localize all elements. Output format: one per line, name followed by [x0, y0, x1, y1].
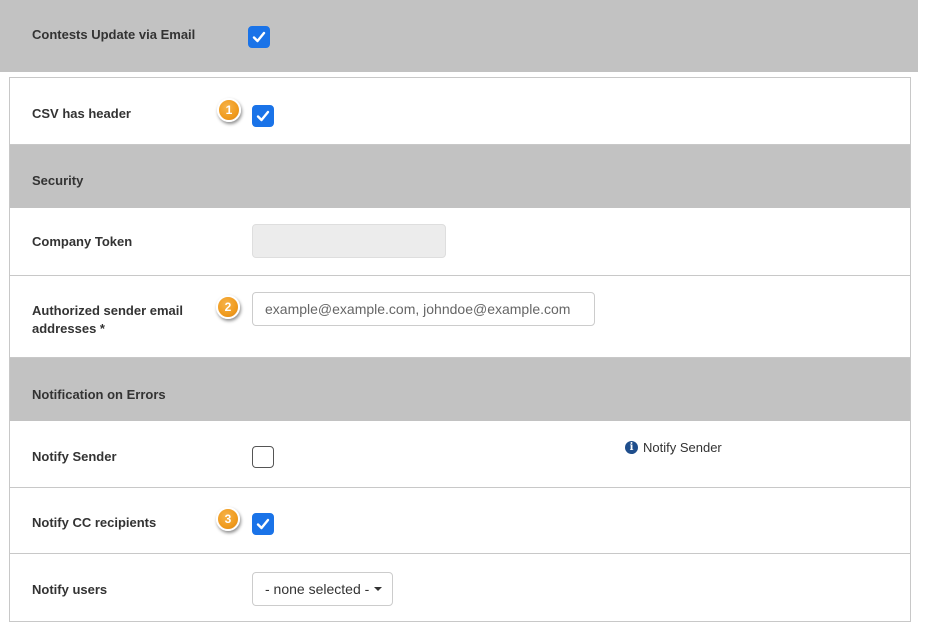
- csv-header-row: CSV has header 1: [9, 77, 911, 145]
- csv-header-label: CSV has header: [32, 106, 131, 121]
- company-token-row: Company Token: [9, 208, 911, 276]
- info-circle-icon: i: [625, 441, 638, 454]
- authorized-senders-label-line1: Authorized sender email: [32, 303, 183, 318]
- notification-section-title: Notification on Errors: [32, 387, 166, 402]
- company-token-field: [252, 224, 446, 258]
- settings-form: Contests Update via Email CSV has header…: [0, 0, 925, 638]
- notify-sender-label: Notify Sender: [32, 449, 117, 464]
- step-marker-2: 2: [216, 295, 240, 319]
- step-marker-3: 3: [216, 507, 240, 531]
- notify-sender-info-text: Notify Sender: [643, 440, 722, 455]
- check-icon: [256, 518, 270, 530]
- notify-users-select-value: - none selected -: [265, 581, 370, 597]
- notify-users-select[interactable]: - none selected -: [252, 572, 394, 606]
- notify-users-label: Notify users: [32, 582, 108, 597]
- notify-users-row: Notify users - none selected -: [9, 554, 911, 622]
- authorized-senders-label-line2: addresses *: [32, 321, 105, 336]
- notify-sender-info: i Notify Sender: [625, 440, 722, 455]
- security-section-header: Security: [9, 145, 911, 208]
- contests-update-label: Contests Update via Email: [32, 27, 196, 42]
- check-icon: [256, 110, 270, 122]
- step-marker-1: 1: [217, 98, 241, 122]
- notification-section-header: Notification on Errors: [9, 358, 911, 421]
- notify-cc-row: Notify CC recipients 3: [9, 488, 911, 554]
- contests-update-checkbox[interactable]: [248, 26, 270, 48]
- company-token-label: Company Token: [32, 234, 133, 249]
- notify-sender-row: Notify Sender i Notify Sender: [9, 421, 911, 488]
- security-section-title: Security: [32, 173, 84, 188]
- contests-update-row: Contests Update via Email: [0, 0, 918, 72]
- caret-down-icon: [374, 587, 383, 591]
- notify-cc-label: Notify CC recipients: [32, 515, 157, 530]
- csv-header-checkbox[interactable]: [252, 105, 274, 127]
- authorized-senders-row: Authorized sender email addresses * 2: [9, 276, 911, 358]
- notify-cc-checkbox[interactable]: [252, 513, 274, 535]
- notify-sender-checkbox[interactable]: [252, 446, 274, 468]
- authorized-senders-label: Authorized sender email addresses *: [32, 302, 183, 338]
- authorized-senders-input[interactable]: [252, 292, 595, 326]
- check-icon: [252, 31, 266, 43]
